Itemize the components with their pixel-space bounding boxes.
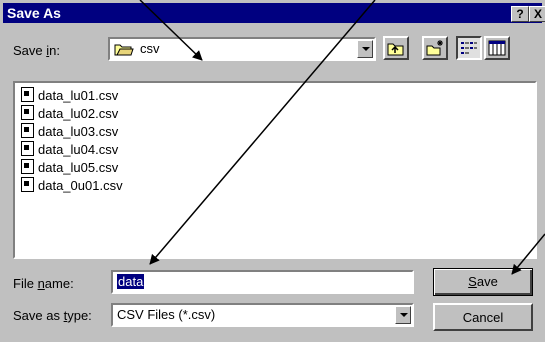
annotation-arrows (139, 0, 545, 275)
save-as-dialog: Save As ? X Save in: csv data_lu01.csv d… (0, 0, 545, 342)
arrow-to-save-button (511, 233, 545, 275)
arrow-to-file-name (149, 0, 376, 265)
arrow-to-save-in (139, 0, 203, 61)
